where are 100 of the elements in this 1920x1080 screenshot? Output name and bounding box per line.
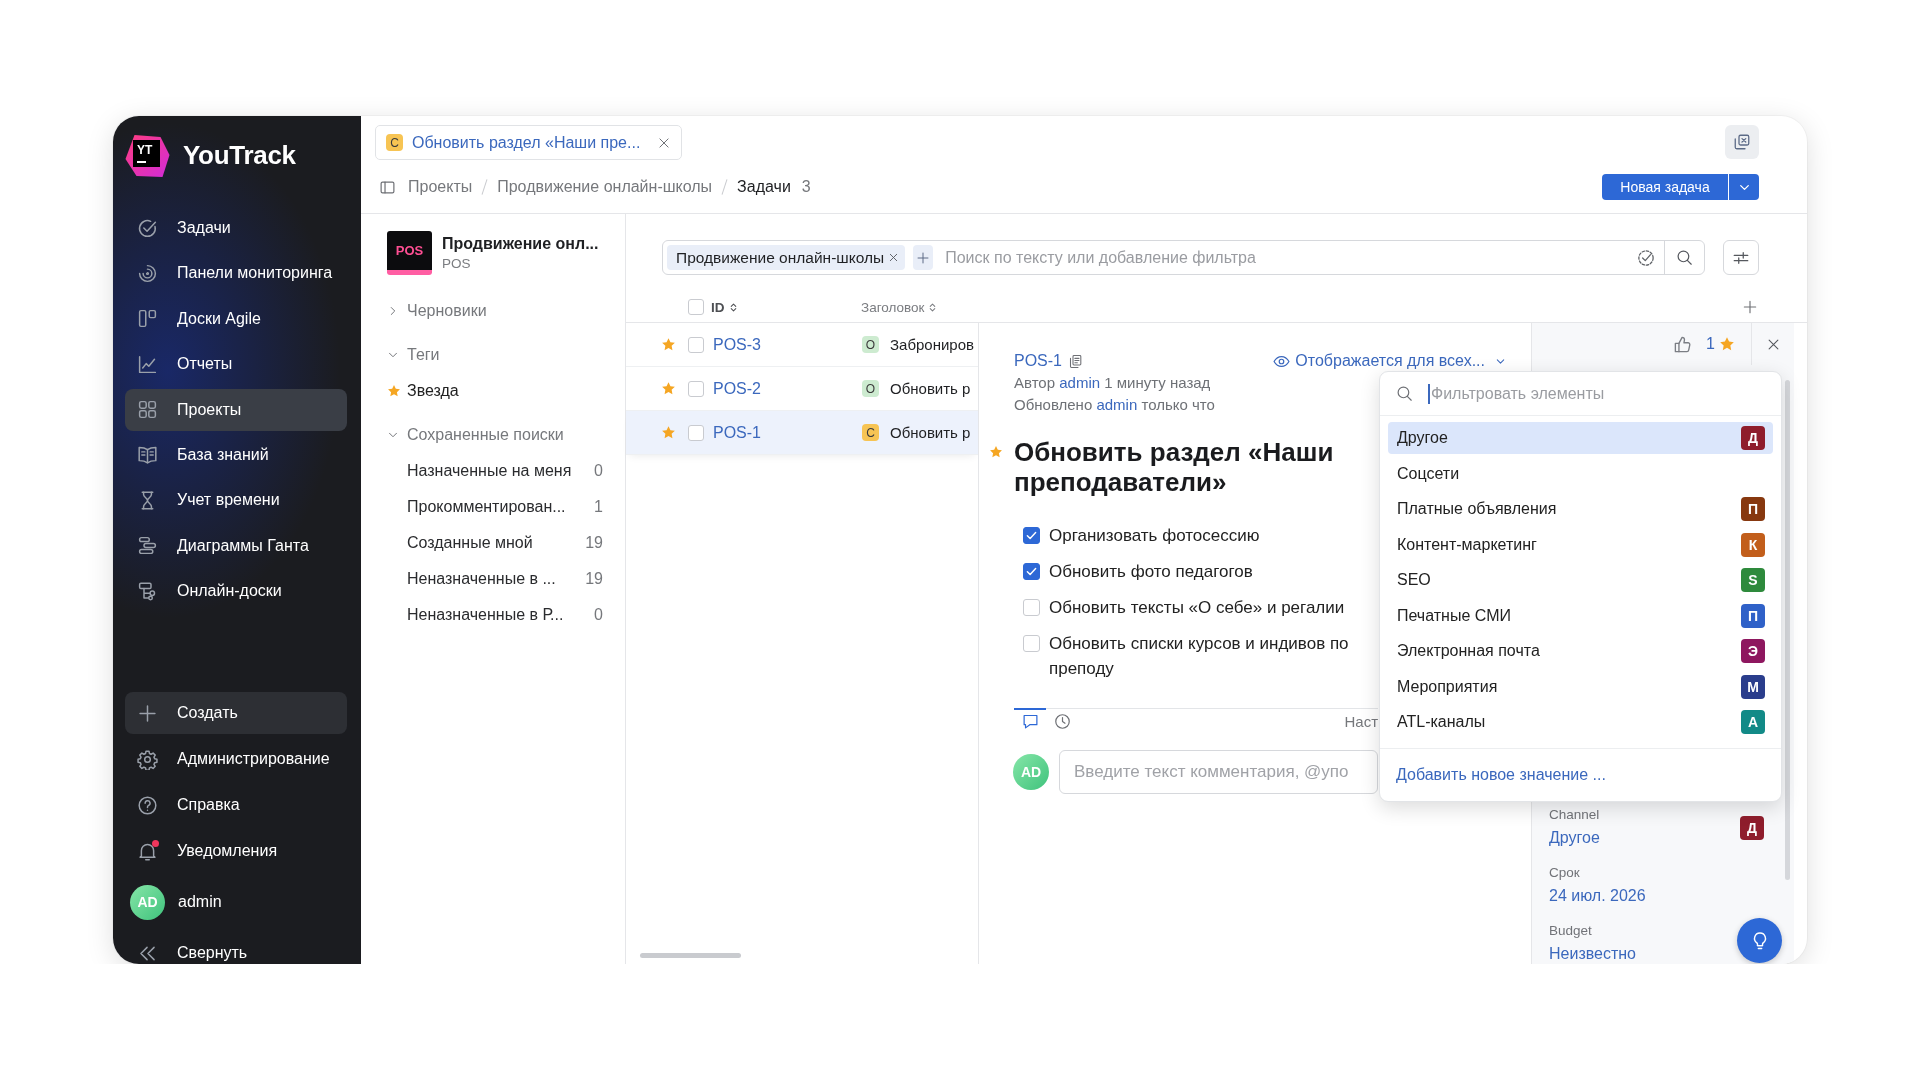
color-badge: А: [1741, 710, 1765, 734]
thumbs-up-icon[interactable]: [1673, 334, 1693, 354]
star-icon: [387, 384, 401, 398]
filter-chip[interactable]: Продвижение онлайн-школы: [667, 245, 906, 270]
filter-settings-button[interactable]: [1723, 240, 1759, 275]
nav-item[interactable]: Уведомления: [125, 830, 347, 873]
tree-group[interactable]: Черновики: [387, 293, 603, 329]
column-header[interactable]: ID: [711, 299, 739, 315]
tree-group[interactable]: Теги: [387, 337, 603, 373]
clock-icon: [1053, 713, 1071, 730]
nav-item[interactable]: Задачи: [125, 207, 347, 249]
nav-item[interactable]: Онлайн-доски: [125, 570, 347, 613]
user-link[interactable]: admin: [1096, 396, 1138, 413]
color-badge: Д: [1740, 815, 1764, 840]
star-icon[interactable]: [989, 445, 1003, 459]
nav-item[interactable]: Отчеты: [125, 343, 347, 386]
open-issue-tab[interactable]: С Обновить раздел «Наши пре...: [375, 125, 683, 160]
dropdown-option[interactable]: Печатные СМИ П: [1388, 599, 1773, 632]
saved-search-item[interactable]: Назначенные на меня 0: [387, 453, 603, 489]
dropdown-option[interactable]: SEO S: [1388, 564, 1773, 596]
comment-field[interactable]: Введите текст комментария, @упо: [1059, 750, 1378, 794]
tag-item[interactable]: Звезда: [387, 373, 603, 409]
field-value-link[interactable]: Неизвестно: [1549, 943, 1636, 964]
dropdown-option[interactable]: Другое Д: [1388, 422, 1773, 454]
color-badge: П: [1741, 603, 1765, 628]
collapse-button[interactable]: Свернуть: [125, 932, 347, 964]
activity-link[interactable]: Наст: [1344, 712, 1378, 730]
select-all-checkbox[interactable]: [688, 298, 704, 315]
issue-id-link[interactable]: POS-2: [713, 379, 761, 397]
nav-item[interactable]: База знаний: [125, 433, 347, 476]
plus-icon[interactable]: [1742, 298, 1758, 315]
breadcrumb-link[interactable]: Продвижение онлайн-школы: [497, 178, 713, 196]
issue-id-link[interactable]: POS-1: [713, 423, 761, 441]
checklist-item-text: Обновить фото педагогов: [1049, 560, 1253, 583]
add-filter-button[interactable]: [913, 245, 934, 270]
plus-icon: [137, 702, 158, 724]
saved-search-item[interactable]: Неназначенные в ... 19: [387, 561, 603, 597]
issue-tab-link[interactable]: Обновить раздел «Наши пре...: [412, 133, 641, 152]
close-icon[interactable]: [657, 135, 672, 150]
create-button[interactable]: Создать: [125, 692, 347, 735]
issue-id-link[interactable]: POS-3: [713, 335, 761, 353]
field-value-link[interactable]: 24 июл. 2026: [1549, 885, 1646, 907]
dropdown-option[interactable]: ATL-каналы А: [1388, 706, 1773, 738]
window-stack-button[interactable]: [1725, 125, 1759, 159]
row-checkbox[interactable]: [688, 336, 704, 353]
star-icon[interactable]: [661, 425, 676, 440]
tree-group[interactable]: Сохраненные поиски: [387, 417, 603, 453]
issue-row[interactable]: POS-1 С Обновить р: [626, 411, 978, 455]
nav-item[interactable]: Проекты: [125, 388, 347, 431]
search-field[interactable]: Продвижение онлайн-школы Поиск по тексту или добавление фильтра: [662, 240, 1705, 275]
user-name[interactable]: admin: [178, 893, 222, 912]
saved-search-item[interactable]: Созданные мной 19: [387, 525, 603, 561]
dropdown-option[interactable]: Электронная почта Э: [1388, 635, 1773, 667]
close-icon[interactable]: [888, 252, 900, 263]
nav-item[interactable]: Учет времени: [125, 479, 347, 522]
nav-item[interactable]: Доски Agile: [125, 297, 347, 340]
vertical-scrollbar[interactable]: [1785, 380, 1790, 880]
color-badge: К: [1741, 532, 1765, 557]
column-header[interactable]: Заголовок: [861, 299, 939, 315]
star-icon[interactable]: [1719, 336, 1735, 352]
new-issue-button[interactable]: Новая задача: [1602, 174, 1728, 200]
filter-field[interactable]: Фильтровать элементы: [1428, 383, 1765, 404]
checklist-checkbox[interactable]: [1023, 562, 1040, 580]
nav-item[interactable]: Справка: [125, 784, 347, 827]
add-value-link[interactable]: Добавить новое значение ...: [1396, 766, 1606, 784]
nav-item[interactable]: Диаграммы Ганта: [125, 524, 347, 567]
dropdown-option[interactable]: Контент-маркетинг К: [1388, 528, 1773, 561]
breadcrumb-link[interactable]: Задачи: [737, 178, 791, 196]
saved-search-item[interactable]: Неназначенные в Р... 0: [387, 597, 603, 633]
search-count: 19: [585, 534, 603, 552]
visibility-selector[interactable]: Отображается для всех...: [1273, 351, 1506, 371]
search-count: 1: [594, 498, 603, 516]
dropdown-option[interactable]: Мероприятия М: [1388, 670, 1773, 703]
new-issue-menu-button[interactable]: [1729, 174, 1759, 200]
dashed-check-circle-icon[interactable]: [1637, 248, 1655, 267]
copy-icon[interactable]: [1068, 353, 1083, 369]
checklist-item-text: Организовать фотосессию: [1049, 524, 1260, 547]
saved-search-item[interactable]: Прокомментирован... 1: [387, 489, 603, 525]
issue-id-link[interactable]: POS-1: [1014, 352, 1062, 370]
project-name[interactable]: Продвижение онл...: [442, 235, 599, 253]
columns-icon: [137, 308, 158, 330]
app-logo[interactable]: YT: [125, 133, 170, 178]
issue-title: Обновить р: [890, 380, 971, 397]
field-value-link[interactable]: Другое: [1549, 827, 1600, 849]
gantt-bars-icon: [137, 535, 158, 557]
issue-row[interactable]: POS-3 О Заброниров: [626, 323, 978, 367]
nav-item[interactable]: Панели мониторинга: [125, 252, 347, 295]
nav-item[interactable]: Администрирование: [125, 738, 347, 781]
checklist-item-text: Обновить тексты «О себе» и регалии: [1049, 596, 1345, 619]
horizontal-scrollbar[interactable]: [640, 953, 741, 958]
dropdown-option[interactable]: Платные объявления П: [1388, 493, 1773, 525]
breadcrumb-link[interactable]: Проекты: [408, 178, 473, 196]
row-checkbox[interactable]: [688, 424, 704, 441]
star-icon[interactable]: [661, 337, 676, 352]
row-checkbox[interactable]: [688, 380, 704, 397]
project-logo: POS: [387, 231, 432, 275]
star-icon[interactable]: [661, 381, 676, 396]
checklist-checkbox[interactable]: [1023, 526, 1040, 544]
dropdown-option[interactable]: Соцсети: [1388, 457, 1773, 490]
user-link[interactable]: admin: [1059, 374, 1101, 391]
